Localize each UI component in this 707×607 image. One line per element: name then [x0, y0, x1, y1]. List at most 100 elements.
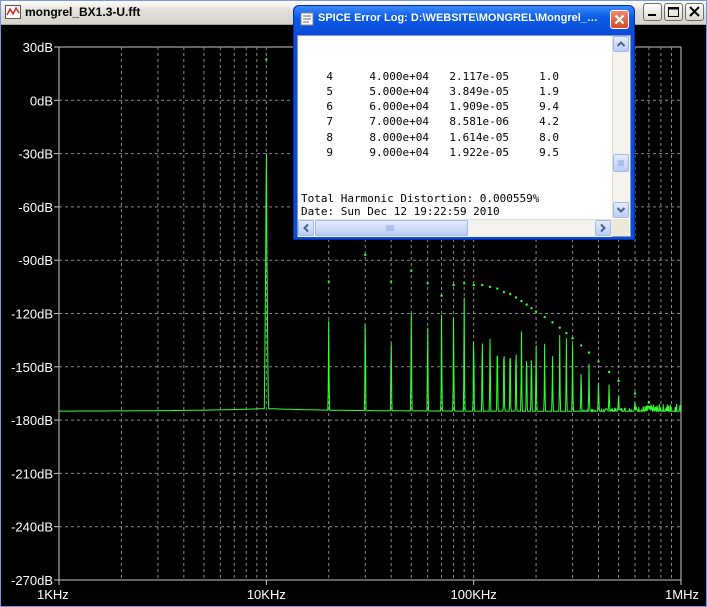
harmonic-peak	[410, 269, 413, 273]
harmonic-peak	[508, 292, 512, 296]
y-tick-label: -120dB	[11, 307, 53, 322]
log-window-icon	[300, 12, 314, 26]
log-window-title: SPICE Error Log: D:\WEBSITE\MONGREL\Mong…	[318, 12, 603, 24]
close-icon	[689, 6, 700, 17]
y-tick-label: -270dB	[11, 573, 53, 588]
harmonic-magnitude: 1.614e-05	[449, 130, 509, 144]
vertical-scrollbar[interactable]	[612, 36, 630, 218]
harmonic-peak	[633, 392, 637, 395]
harmonic-peak	[647, 401, 651, 404]
y-tick-label: 30dB	[23, 40, 53, 55]
harmonic-peak	[462, 282, 466, 285]
harmonic-peak	[502, 290, 506, 294]
harmonic-peak	[617, 379, 620, 383]
harmonic-normalized: 9.4	[539, 100, 559, 114]
harmonic-normalized: 1.0	[539, 69, 559, 83]
main-window-title: mongrel_BX1.3-U.fft	[25, 5, 141, 19]
scroll-down-button[interactable]	[613, 202, 629, 218]
log-row: 9 9.000e+04 1.922e-05 9.5	[301, 145, 611, 160]
minimize-icon	[648, 14, 656, 16]
harmonic-peak	[327, 280, 330, 283]
size-grip[interactable]	[612, 219, 629, 236]
maximize-icon	[668, 7, 679, 17]
harmonic-peak	[496, 287, 499, 290]
harmonic-peak	[525, 303, 528, 306]
harmonic-normalized: 9.5	[539, 146, 559, 160]
harmonic-peak	[364, 253, 367, 257]
harmonic-index: 5	[326, 84, 333, 98]
harmonic-magnitude: 1.922e-05	[449, 146, 509, 160]
log-row: 7 7.000e+04 8.581e-06 4.2	[301, 114, 611, 129]
harmonic-index: 9	[326, 146, 333, 160]
close-button[interactable]	[685, 3, 704, 21]
harmonic-peak	[426, 282, 429, 285]
harmonic-peak	[520, 299, 523, 303]
harmonic-peak	[587, 351, 591, 354]
x-tick-label: 10KHz	[247, 587, 286, 602]
x-tick-label: 1MHz	[665, 587, 699, 602]
harmonic-magnitude: 1.909e-05	[449, 100, 509, 114]
harmonic-peak	[488, 285, 492, 289]
harmonic-normalized: 1.9	[539, 84, 559, 98]
harmonic-frequency: 9.000e+04	[369, 146, 429, 160]
harmonic-peak	[534, 310, 538, 313]
harmonic-peak	[579, 344, 583, 347]
y-tick-label: -240dB	[11, 520, 53, 535]
waveform-app-icon	[5, 5, 21, 19]
chevron-up-icon	[616, 41, 626, 47]
harmonic-index: 4	[326, 69, 333, 83]
harmonic-magnitude: 2.117e-05	[449, 69, 509, 83]
harmonic-index: 6	[326, 100, 333, 114]
date-line: Date: Sun Dec 12 19:22:59 2010	[301, 205, 500, 218]
harmonic-frequency: 6.000e+04	[369, 100, 429, 114]
grip-icon	[386, 225, 394, 231]
chevron-down-icon	[616, 207, 626, 213]
y-tick-label: -60dB	[18, 200, 53, 215]
x-tick-label: 1KHz	[37, 587, 69, 602]
horizontal-scroll-thumb[interactable]	[315, 220, 468, 236]
spice-error-log-window[interactable]: SPICE Error Log: D:\WEBSITE\MONGREL\Mong…	[293, 5, 635, 240]
y-tick-label: -180dB	[11, 413, 53, 428]
harmonic-peak	[551, 321, 554, 324]
vertical-scroll-thumb[interactable]	[613, 154, 629, 172]
chevron-left-icon	[303, 223, 309, 233]
harmonic-peak	[571, 337, 574, 340]
y-tick-label: -30dB	[18, 147, 53, 162]
scroll-up-button[interactable]	[613, 36, 629, 52]
log-close-button[interactable]	[610, 10, 629, 29]
harmonic-peak	[472, 283, 475, 287]
harmonic-normalized: 8.0	[539, 130, 559, 144]
harmonic-peak	[530, 306, 533, 310]
log-row: 4 4.000e+04 2.117e-05 1.0	[301, 69, 611, 84]
harmonic-peak	[558, 326, 561, 329]
harmonic-magnitude: 3.849e-05	[449, 84, 509, 98]
maximize-button[interactable]	[664, 3, 683, 21]
harmonic-frequency: 8.000e+04	[369, 130, 429, 144]
y-tick-label: 0dB	[30, 93, 53, 108]
horizontal-scrollbar[interactable]	[298, 219, 612, 237]
harmonic-frequency: 4.000e+04	[369, 69, 429, 83]
log-text-area[interactable]: 4 4.000e+04 2.117e-05 1.0 5 5.000e+04 3.849e-0…	[297, 35, 631, 237]
log-row: 5 5.000e+04 3.849e-05 1.9	[301, 84, 611, 99]
minimize-button[interactable]	[643, 3, 662, 21]
harmonic-peak	[452, 283, 455, 287]
scroll-right-button[interactable]	[595, 220, 611, 236]
harmonic-peak	[597, 360, 600, 363]
log-row: 6 6.000e+04 1.909e-05 9.4	[301, 99, 611, 114]
close-icon	[614, 14, 625, 25]
x-tick-label: 100KHz	[451, 587, 497, 602]
harmonic-magnitude: 8.581e-06	[449, 115, 509, 129]
harmonic-normalized: 4.2	[539, 115, 559, 129]
harmonic-peak	[440, 294, 443, 297]
harmonic-peak	[565, 331, 568, 335]
harmonic-index: 7	[326, 115, 333, 129]
harmonic-frequency: 5.000e+04	[369, 84, 429, 98]
harmonic-index: 8	[326, 130, 333, 144]
harmonic-peak	[607, 370, 611, 374]
log-titlebar[interactable]: SPICE Error Log: D:\WEBSITE\MONGREL\Mong…	[294, 6, 634, 32]
y-tick-label: -90dB	[18, 253, 53, 268]
harmonic-peak	[514, 296, 518, 299]
scroll-left-button[interactable]	[298, 220, 314, 236]
harmonic-peak	[265, 58, 268, 61]
grip-icon	[618, 160, 624, 166]
